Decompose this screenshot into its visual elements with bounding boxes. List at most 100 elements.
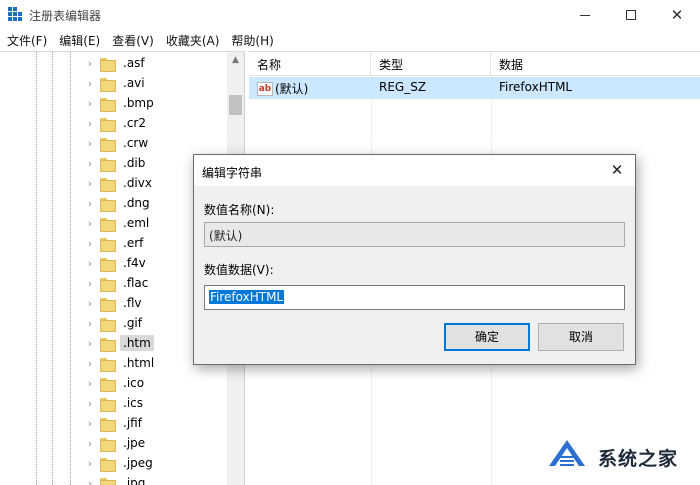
tree-item-label: .eml: [123, 216, 150, 230]
minimize-icon: [580, 14, 590, 16]
expand-chevron-icon[interactable]: ›: [80, 237, 100, 250]
tree-item[interactable]: › .gif: [80, 313, 145, 333]
tree-guide-line: [36, 52, 37, 485]
expand-chevron-icon[interactable]: ›: [80, 317, 100, 330]
menu-view[interactable]: 查看(V): [109, 30, 159, 50]
close-button[interactable]: ✕: [654, 0, 700, 30]
dialog-title: 编辑字符串: [202, 166, 263, 180]
expand-chevron-icon[interactable]: ›: [80, 197, 100, 210]
watermark: 系统之家: [505, 432, 700, 485]
folder-icon: [100, 277, 116, 292]
expand-chevron-icon[interactable]: ›: [80, 297, 100, 310]
tree-item[interactable]: › .jfif: [80, 413, 145, 433]
ok-button[interactable]: 确定: [444, 323, 530, 351]
expand-chevron-icon[interactable]: ›: [80, 437, 100, 450]
tree-item-label: .flac: [123, 276, 149, 290]
tree-item[interactable]: › .f4v: [80, 253, 149, 273]
folder-icon: [100, 457, 116, 472]
tree-item[interactable]: › .flac: [80, 273, 151, 293]
expand-chevron-icon[interactable]: ›: [80, 477, 100, 485]
menu-favorites[interactable]: 收藏夹(A): [163, 30, 225, 50]
menu-file[interactable]: 文件(F): [4, 30, 52, 50]
expand-chevron-icon[interactable]: ›: [80, 57, 100, 70]
dialog-close-button[interactable]: ✕: [605, 159, 629, 181]
folder-icon: [100, 197, 116, 212]
folder-icon: [100, 77, 116, 92]
folder-icon: [100, 137, 116, 152]
menu-bar: 文件(F) 编辑(E) 查看(V) 收藏夹(A) 帮助(H): [0, 30, 700, 50]
expand-chevron-icon[interactable]: ›: [80, 257, 100, 270]
expand-chevron-icon[interactable]: ›: [80, 337, 100, 350]
expand-chevron-icon[interactable]: ›: [80, 77, 100, 90]
tree-item[interactable]: › .cr2: [80, 113, 149, 133]
folder-icon: [100, 177, 116, 192]
value-name-field: (默认): [204, 222, 625, 247]
maximize-button[interactable]: [608, 0, 654, 30]
expand-chevron-icon[interactable]: ›: [80, 277, 100, 290]
tree-item-label: .jpeg: [123, 456, 153, 470]
expand-chevron-icon[interactable]: ›: [80, 177, 100, 190]
folder-icon: [100, 377, 116, 392]
value-data-field[interactable]: FirefoxHTML: [204, 285, 625, 310]
value-name-label: 数值名称(N):: [204, 203, 275, 217]
folder-icon: [100, 337, 116, 352]
maximize-icon: [626, 10, 636, 20]
watermark-text: 系统之家: [598, 448, 679, 470]
tree-guide-line: [70, 52, 71, 485]
window-title: 注册表编辑器: [29, 9, 102, 23]
title-bar: 注册表编辑器 ✕: [0, 0, 700, 30]
tree-item[interactable]: › .eml: [80, 213, 152, 233]
tree-item-label: .ico: [123, 376, 145, 390]
scroll-up-icon[interactable]: ▲: [227, 52, 244, 69]
menu-edit[interactable]: 编辑(E): [56, 30, 105, 50]
expand-chevron-icon[interactable]: ›: [80, 157, 100, 170]
tree-item-label: .f4v: [123, 256, 146, 270]
tree-item[interactable]: › .jpeg: [80, 453, 156, 473]
expand-chevron-icon[interactable]: ›: [80, 457, 100, 470]
expand-chevron-icon[interactable]: ›: [80, 397, 100, 410]
column-header-data[interactable]: 数据: [491, 52, 700, 76]
menu-help[interactable]: 帮助(H): [228, 30, 278, 50]
expand-chevron-icon[interactable]: ›: [80, 357, 100, 370]
list-header: 名称 类型 数据: [249, 52, 700, 76]
expand-chevron-icon[interactable]: ›: [80, 377, 100, 390]
tree-item-label: .dng: [123, 196, 150, 210]
column-header-type[interactable]: 类型: [371, 52, 491, 76]
expand-chevron-icon[interactable]: ›: [80, 417, 100, 430]
folder-icon: [100, 237, 116, 252]
tree-item-label: .avi: [123, 76, 145, 90]
tree-item[interactable]: › .jpg: [80, 473, 148, 485]
tree-item[interactable]: › .flv: [80, 293, 144, 313]
minimize-button[interactable]: [562, 0, 608, 30]
expand-chevron-icon[interactable]: ›: [80, 97, 100, 110]
folder-icon: [100, 57, 116, 72]
expand-chevron-icon[interactable]: ›: [80, 217, 100, 230]
tree-item-label: .htm: [120, 335, 154, 351]
folder-icon: [100, 257, 116, 272]
tree-item-label: .flv: [123, 296, 142, 310]
tree-item[interactable]: › .ics: [80, 393, 146, 413]
tree-item[interactable]: › .htm: [80, 333, 154, 353]
tree-item[interactable]: › .ico: [80, 373, 147, 393]
column-header-name[interactable]: 名称: [249, 52, 371, 76]
value-data-label: 数值数据(V):: [204, 263, 274, 277]
scrollbar-thumb[interactable]: [229, 95, 242, 115]
tree-item[interactable]: › .crw: [80, 133, 151, 153]
tree-item[interactable]: › .erf: [80, 233, 146, 253]
tree-item[interactable]: › .asf: [80, 53, 148, 73]
tree-item[interactable]: › .avi: [80, 73, 148, 93]
tree-item[interactable]: › .divx: [80, 173, 155, 193]
tree-item[interactable]: › .html: [80, 353, 157, 373]
tree-item[interactable]: › .dib: [80, 153, 148, 173]
expand-chevron-icon[interactable]: ›: [80, 137, 100, 150]
cancel-button[interactable]: 取消: [538, 323, 624, 351]
expand-chevron-icon[interactable]: ›: [80, 117, 100, 130]
tree-item[interactable]: › .dng: [80, 193, 153, 213]
tree-guide-line: [52, 52, 53, 485]
folder-icon: [100, 477, 116, 485]
folder-icon: [100, 117, 116, 132]
value-row-default[interactable]: ab (默认) REG_SZ FirefoxHTML: [249, 77, 700, 99]
tree-item[interactable]: › .jpe: [80, 433, 148, 453]
tree-item[interactable]: › .bmp: [80, 93, 157, 113]
close-icon: ✕: [670, 5, 684, 24]
